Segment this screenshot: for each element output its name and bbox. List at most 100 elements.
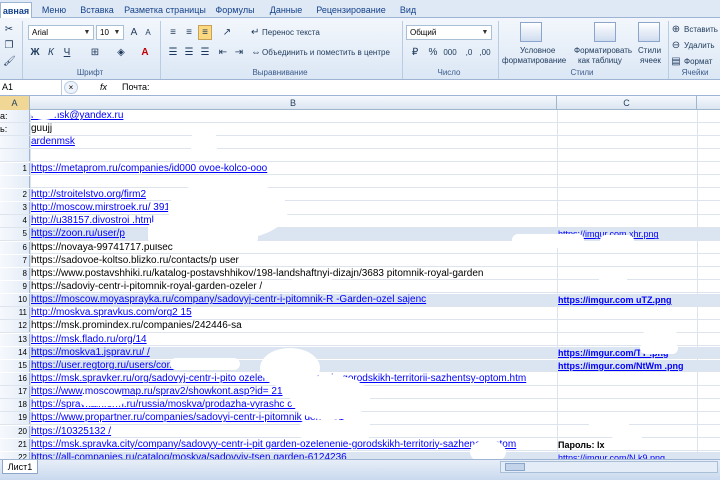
cell-c[interactable]: https://imgur.com/TT .png <box>558 347 720 359</box>
align-middle-icon[interactable]: ≡ <box>182 25 196 40</box>
horizontal-scrollbar[interactable] <box>500 461 718 473</box>
cell-b[interactable]: http://moskva.spravkus.com/org2 15 <box>31 307 556 319</box>
align-center-icon[interactable]: ☰ <box>182 45 196 60</box>
shrink-font-icon[interactable]: A <box>142 25 154 40</box>
cancel-icon[interactable]: × <box>64 81 78 94</box>
row-number[interactable]: 5 <box>0 228 30 241</box>
tab-home[interactable]: авная <box>0 2 32 18</box>
merge-center-button[interactable]: Объединить и поместить в центре <box>262 48 390 57</box>
increase-decimal-icon[interactable]: ,0 <box>462 45 476 60</box>
cell-c[interactable] <box>558 215 720 227</box>
insert-cells-button[interactable]: Вставить <box>684 25 718 34</box>
tab-menu[interactable]: Меню <box>36 2 72 18</box>
row-number[interactable]: 10 <box>0 294 30 307</box>
align-bottom-icon[interactable]: ≡ <box>198 25 212 40</box>
format-as-table-icon[interactable] <box>594 22 616 42</box>
copy-icon[interactable]: ❐ <box>2 38 16 53</box>
tab-data[interactable]: Данные <box>264 2 308 18</box>
cell-c[interactable] <box>558 202 720 214</box>
increase-indent-icon[interactable]: ⇥ <box>232 45 246 60</box>
fill-color-icon[interactable]: ◈ <box>110 45 132 60</box>
underline-button[interactable]: Ч <box>60 45 74 60</box>
row-number[interactable]: 18 <box>0 399 30 412</box>
cell-b[interactable]: rdenmsk@yandex.ru <box>31 110 556 122</box>
cell-c[interactable] <box>558 373 720 385</box>
cell-c[interactable] <box>558 307 720 319</box>
align-left-icon[interactable]: ☰ <box>166 45 180 60</box>
cell-styles-label-2[interactable]: ячеек <box>640 56 661 65</box>
row-number[interactable]: 19 <box>0 412 30 425</box>
cell-c[interactable] <box>558 268 720 280</box>
merge-center-icon[interactable]: ⇔ <box>250 45 261 60</box>
cell-c[interactable] <box>558 399 720 411</box>
cond-format-label-2[interactable]: форматирование <box>502 56 566 65</box>
cell-b[interactable]: https://zoon.ru/user/p <box>31 228 556 240</box>
column-header-a[interactable]: A <box>0 96 30 110</box>
row-number[interactable]: 4 <box>0 215 30 228</box>
font-name-select[interactable]: Arial ▼ <box>28 25 94 40</box>
cell-c[interactable] <box>558 320 720 332</box>
row-number[interactable]: 6 <box>0 241 30 254</box>
tab-view[interactable]: Вид <box>394 2 422 18</box>
cell-c[interactable] <box>558 281 720 293</box>
decrease-indent-icon[interactable]: ⇤ <box>216 45 230 60</box>
align-right-icon[interactable]: ☰ <box>198 45 212 60</box>
cell-c[interactable] <box>558 412 720 424</box>
cut-icon[interactable]: ✂ <box>2 22 16 37</box>
orientation-icon[interactable]: ↗ <box>216 25 238 40</box>
cell-a[interactable]: ь: <box>0 123 30 135</box>
insert-cells-icon[interactable]: ⊕ <box>670 22 682 37</box>
cell-c[interactable]: https://imgur.com/N k9.png <box>558 452 720 459</box>
wrap-text-button[interactable]: Перенос текста <box>262 28 320 37</box>
cell-b[interactable]: http://moscow.mirstroek.ru/ 391/ <box>31 202 556 214</box>
delete-cells-button[interactable]: Удалить <box>684 41 715 50</box>
row-number[interactable]: 20 <box>0 425 30 438</box>
decrease-decimal-icon[interactable]: ,00 <box>478 45 492 60</box>
scroll-thumb[interactable] <box>505 463 525 471</box>
row-number[interactable]: 2 <box>0 188 30 201</box>
format-table-label-1[interactable]: Форматировать <box>574 46 632 55</box>
percent-icon[interactable]: % <box>426 45 440 60</box>
format-painter-icon[interactable]: 🖌 <box>2 54 16 69</box>
insert-function-icon[interactable]: fx <box>100 80 107 95</box>
row-number[interactable]: 14 <box>0 346 30 359</box>
row-number[interactable]: 11 <box>0 307 30 320</box>
cell-b[interactable] <box>31 176 556 188</box>
cell-b[interactable]: https://10325132 / <box>31 426 556 438</box>
column-header-c[interactable]: C <box>557 96 697 110</box>
font-color-icon[interactable]: A <box>136 45 154 60</box>
cell-b[interactable]: http://u38157.divostroi .html <box>31 215 556 227</box>
conditional-format-icon[interactable] <box>520 22 542 42</box>
grow-font-icon[interactable]: A <box>128 25 140 40</box>
row-number[interactable]: 16 <box>0 373 30 385</box>
row-number[interactable]: 13 <box>0 333 30 346</box>
borders-icon[interactable]: ⊞ <box>84 45 106 60</box>
cell-c[interactable] <box>558 149 720 161</box>
cell-c[interactable]: https://imgur.com uTZ.png <box>558 294 720 306</box>
cell-b[interactable]: https://msk.flado.ru/org/14 <box>31 334 556 346</box>
cell-c[interactable] <box>558 163 720 175</box>
delete-cells-icon[interactable]: ⊖ <box>670 38 682 53</box>
tab-page-layout[interactable]: Разметка страницы <box>122 2 208 18</box>
cell-c[interactable] <box>558 189 720 201</box>
tab-insert[interactable]: Вставка <box>76 2 118 18</box>
row-number[interactable] <box>0 175 30 188</box>
cell-c[interactable] <box>558 110 720 122</box>
cell-c[interactable]: https://imgur.com/NtWm .png <box>558 360 720 372</box>
row-number[interactable]: 12 <box>0 320 30 333</box>
cell-c[interactable] <box>558 136 720 148</box>
cell-grid[interactable]: a: rdenmsk@yandex.ru ь: guujj ardenmsk 1 https… <box>0 110 720 459</box>
row-number[interactable] <box>0 149 30 162</box>
row-number[interactable]: 1 <box>0 162 30 175</box>
formula-input[interactable]: Почта: <box>122 80 150 95</box>
column-header-b[interactable]: B <box>30 96 557 110</box>
cell-c[interactable] <box>558 255 720 267</box>
format-cells-button[interactable]: Формат <box>684 57 712 66</box>
cell-c[interactable] <box>558 334 720 346</box>
cell-styles-icon[interactable] <box>638 22 660 42</box>
cell-b[interactable]: guujj <box>31 123 556 135</box>
row-number[interactable]: 21 <box>0 438 30 451</box>
currency-icon[interactable]: ₽ <box>406 45 424 60</box>
cond-format-label-1[interactable]: Условное <box>520 46 555 55</box>
wrap-text-icon[interactable]: ↵ <box>250 25 260 40</box>
